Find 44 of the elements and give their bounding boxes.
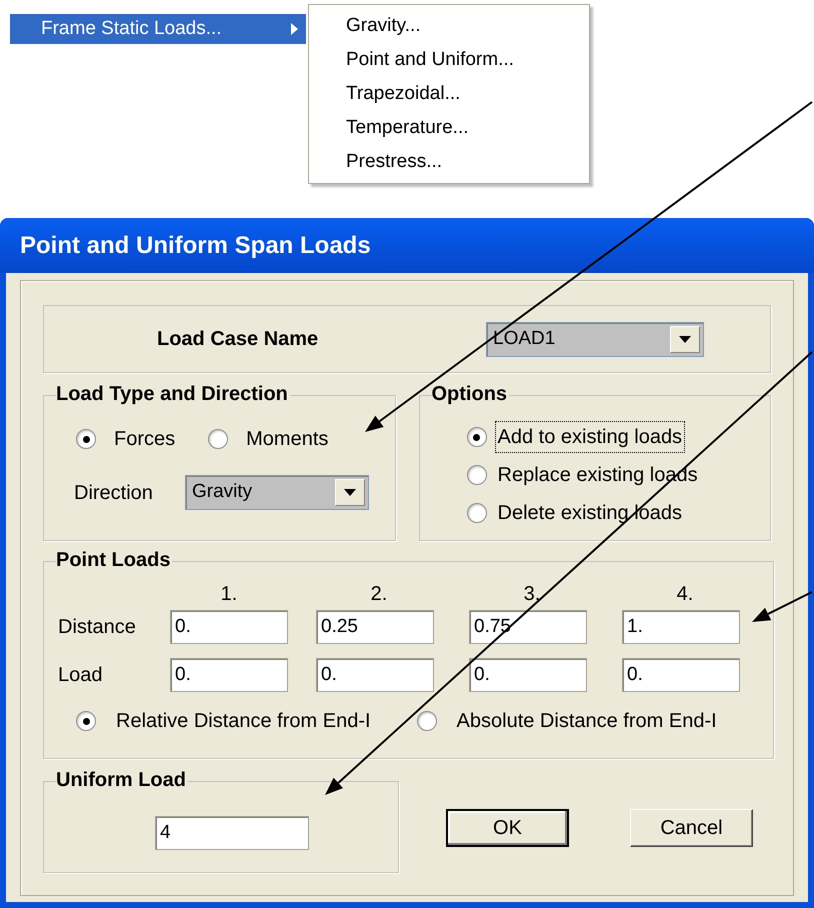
- dialog-button[interactable]: OK: [446, 809, 569, 847]
- field-label: Direction: [74, 480, 154, 506]
- radio-label: Moments: [246, 427, 328, 452]
- radio-label: Relative Distance from End-I: [116, 709, 371, 734]
- input-field[interactable]: 0.: [170, 610, 288, 644]
- submenu-arrow-icon: [291, 23, 298, 35]
- radio-label: Absolute Distance from End-I: [456, 709, 717, 734]
- radio-label: Delete existing loads: [496, 501, 684, 526]
- column-header: 4.: [676, 582, 694, 606]
- dropdown[interactable]: LOAD1: [486, 322, 704, 356]
- radio-button[interactable]: [466, 503, 486, 523]
- row-label: Load: [58, 663, 104, 688]
- input-field[interactable]: 0.75: [469, 610, 587, 644]
- submenu-item[interactable]: Gravity...: [309, 9, 589, 43]
- radio-button[interactable]: [416, 711, 437, 731]
- input-field[interactable]: 0.: [622, 658, 740, 692]
- input-field[interactable]: 0.: [316, 658, 434, 692]
- radio-button[interactable]: [466, 465, 486, 485]
- submenu-item[interactable]: Prestress...: [309, 145, 589, 179]
- menu-item[interactable]: Frame Static Loads...: [10, 14, 306, 44]
- submenu-item[interactable]: Point and Uniform...: [309, 43, 589, 77]
- submenu-item[interactable]: Trapezoidal...: [309, 77, 589, 111]
- window-title: Point and Uniform Span Loads: [20, 230, 371, 260]
- column-header: 2.: [370, 582, 388, 606]
- radio-button[interactable]: [76, 711, 96, 731]
- input-field[interactable]: 0.25: [316, 610, 434, 644]
- row-label: Distance: [58, 615, 137, 640]
- radio-button[interactable]: [466, 427, 486, 447]
- dropdown[interactable]: Gravity: [185, 475, 369, 510]
- radio-label: Add to existing loads: [494, 421, 686, 453]
- input-field[interactable]: 1.: [622, 610, 740, 644]
- radio-label: Forces: [114, 427, 176, 452]
- dropdown-arrow-icon: [344, 489, 356, 496]
- radio-button[interactable]: [208, 429, 228, 449]
- radio-button[interactable]: [76, 429, 96, 449]
- dialog-button[interactable]: Cancel: [630, 809, 753, 847]
- input-field[interactable]: 4: [155, 816, 309, 850]
- field-label: Load Case Name: [157, 327, 320, 352]
- dropdown-arrow-icon: [679, 336, 691, 342]
- submenu-item[interactable]: Temperature...: [309, 111, 589, 145]
- input-field[interactable]: 0.: [469, 658, 587, 692]
- column-header: 1.: [220, 582, 238, 606]
- column-header: 3.: [522, 582, 542, 606]
- input-field[interactable]: 0.: [170, 658, 288, 692]
